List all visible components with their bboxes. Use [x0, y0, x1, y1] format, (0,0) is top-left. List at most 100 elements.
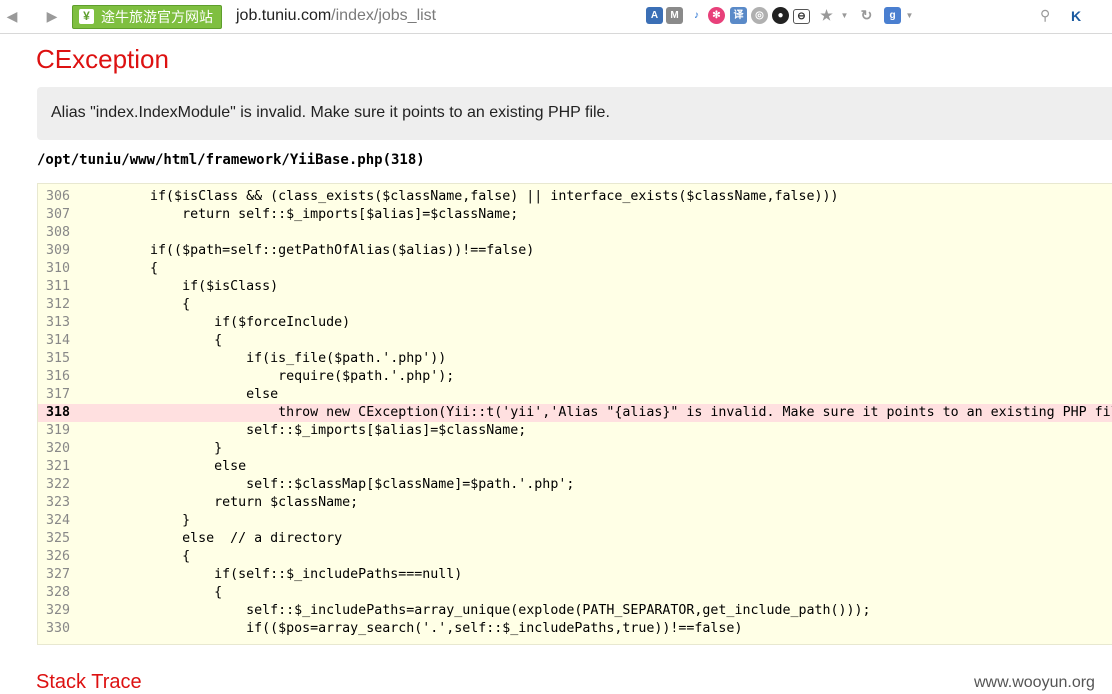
line-code: if($isClass) — [86, 279, 279, 294]
page-title: CException — [36, 44, 169, 74]
code-line: 311 if($isClass) — [38, 278, 1112, 296]
code-line: 306 if($isClass && (class_exists($classN… — [38, 188, 1112, 206]
code-line: 323 return $className; — [38, 494, 1112, 512]
site-badge-label: 途牛旅游官方网站 — [101, 9, 213, 25]
line-number: 311 — [45, 279, 70, 294]
line-number: 324 — [45, 513, 70, 528]
line-number: 308 — [45, 225, 70, 240]
translate-yi-icon[interactable]: 译 — [730, 7, 747, 24]
line-number: 315 — [45, 351, 70, 366]
line-number: 325 — [45, 531, 70, 546]
source-code-block: 306 if($isClass && (class_exists($classN… — [37, 183, 1112, 645]
code-lines: 306 if($isClass && (class_exists($classN… — [38, 188, 1112, 638]
line-number: 316 — [45, 369, 70, 384]
code-line: 312 { — [38, 296, 1112, 314]
line-number: 329 — [45, 603, 70, 618]
qq-penguin-icon[interactable]: ● — [772, 7, 789, 24]
code-line: 307 return self::$_imports[$alias]=$clas… — [38, 206, 1112, 224]
error-message-box: Alias "index.IndexModule" is invalid. Ma… — [37, 87, 1112, 140]
line-number: 320 — [45, 441, 70, 456]
google-search-icon[interactable]: g — [884, 7, 901, 24]
line-code: } — [86, 513, 191, 528]
line-number: 306 — [45, 189, 70, 204]
code-line: 328 { — [38, 584, 1112, 602]
stack-trace-heading: Stack Trace — [36, 671, 142, 693]
code-line: 308 — [38, 224, 1112, 242]
code-line: 317 else — [38, 386, 1112, 404]
mail-icon[interactable]: M — [666, 7, 683, 24]
code-line: 309 if(($path=self::getPathOfAlias($alia… — [38, 242, 1112, 260]
code-line: 315 if(is_file($path.'.php')) — [38, 350, 1112, 368]
line-code: if(is_file($path.'.php')) — [86, 351, 447, 366]
globe-icon[interactable]: ◎ — [751, 7, 768, 24]
line-code: self::$_includePaths=array_unique(explod… — [86, 603, 871, 618]
line-number: 330 — [45, 621, 70, 636]
line-code: if(($path=self::getPathOfAlias($alias))!… — [86, 243, 535, 258]
line-code: return self::$_imports[$alias]=$classNam… — [86, 207, 519, 222]
code-line: 324 } — [38, 512, 1112, 530]
code-line: 329 self::$_includePaths=array_unique(ex… — [38, 602, 1112, 620]
line-code: { — [86, 549, 191, 564]
code-line: 314 { — [38, 332, 1112, 350]
line-number: 313 — [45, 315, 70, 330]
code-line: 327 if(self::$_includePaths===null) — [38, 566, 1112, 584]
line-number: 321 — [45, 459, 70, 474]
watermark: www.wooyun.org — [974, 674, 1095, 691]
screen-block-icon[interactable]: ⊖ — [793, 9, 810, 24]
line-code: if(($pos=array_search('.',self::$_includ… — [86, 621, 743, 636]
line-code: if(self::$_includePaths===null) — [86, 567, 463, 582]
line-number: 307 — [45, 207, 70, 222]
line-number: 312 — [45, 297, 70, 312]
code-line: 325 else // a directory — [38, 530, 1112, 548]
music-note-icon[interactable]: ♪ — [688, 7, 705, 24]
line-code: } — [86, 441, 223, 456]
line-code: self::$classMap[$className]=$path.'.php'… — [86, 477, 575, 492]
flower-icon[interactable]: ✻ — [708, 7, 725, 24]
back-arrow-icon[interactable]: ◀ — [4, 8, 20, 24]
code-line: 326 { — [38, 548, 1112, 566]
line-code: { — [86, 333, 223, 348]
site-identity-badge[interactable]: ¥ 途牛旅游官方网站 — [72, 5, 222, 29]
line-number: 310 — [45, 261, 70, 276]
extension-button[interactable] — [1092, 6, 1110, 26]
address-bar[interactable]: job.tuniu.com/index/jobs_list — [236, 7, 436, 25]
line-code: else — [86, 387, 279, 402]
line-code: self::$_imports[$alias]=$className; — [86, 423, 527, 438]
code-line: 321 else — [38, 458, 1112, 476]
reload-icon[interactable]: ↻ — [858, 7, 875, 24]
line-code: else — [86, 459, 247, 474]
line-number: 309 — [45, 243, 70, 258]
line-number: 319 — [45, 423, 70, 438]
url-host: job.tuniu.com — [236, 7, 332, 24]
line-code: { — [86, 297, 191, 312]
line-code: return $className; — [86, 495, 359, 510]
code-line: 320 } — [38, 440, 1112, 458]
line-number: 322 — [45, 477, 70, 492]
star-bookmark-icon[interactable]: ★ — [818, 7, 835, 24]
code-line: 322 self::$classMap[$className]=$path.'.… — [38, 476, 1112, 494]
error-message: Alias "index.IndexModule" is invalid. Ma… — [51, 104, 610, 121]
search-icon[interactable]: ⚲ — [1040, 7, 1050, 24]
translate-icon[interactable]: A — [646, 7, 663, 24]
code-line-error: 318 throw new CException(Yii::t('yii','A… — [38, 404, 1112, 422]
line-code: { — [86, 261, 159, 276]
code-line: 313 if($forceInclude) — [38, 314, 1112, 332]
search-input[interactable] — [908, 6, 1058, 26]
browser-toolbar: ◀ ▶ ¥ 途牛旅游官方网站 job.tuniu.com/index/jobs_… — [0, 0, 1112, 34]
source-file-path: /opt/tuniu/www/html/framework/YiiBase.ph… — [37, 152, 425, 168]
k-extension-button[interactable]: K — [1067, 6, 1085, 26]
line-code: { — [86, 585, 223, 600]
chevron-down-icon[interactable]: ▼ — [836, 7, 853, 24]
code-line: 330 if(($pos=array_search('.',self::$_in… — [38, 620, 1112, 638]
line-code: throw new CException(Yii::t('yii','Alias… — [86, 405, 1112, 420]
forward-arrow-icon[interactable]: ▶ — [44, 8, 60, 24]
line-code: if($isClass && (class_exists($className,… — [86, 189, 839, 204]
yen-icon: ¥ — [79, 9, 94, 24]
line-code: if($forceInclude) — [86, 315, 351, 330]
line-number: 318 — [45, 405, 70, 420]
line-number: 327 — [45, 567, 70, 582]
url-path: /index/jobs_list — [331, 7, 437, 24]
code-line: 310 { — [38, 260, 1112, 278]
code-line: 319 self::$_imports[$alias]=$className; — [38, 422, 1112, 440]
line-code: else // a directory — [86, 531, 343, 546]
